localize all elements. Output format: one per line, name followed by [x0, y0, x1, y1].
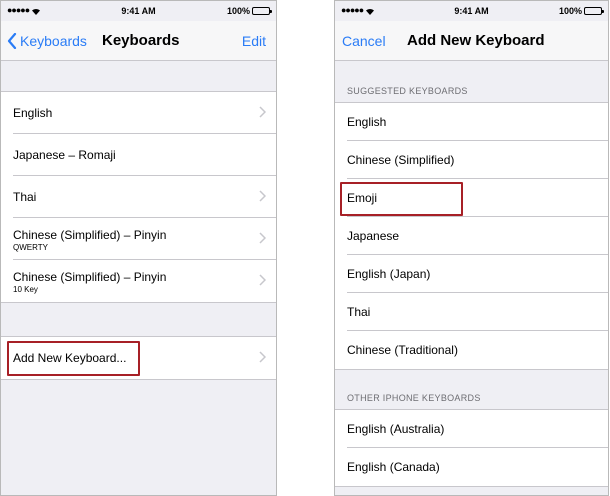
chevron-right-icon — [259, 351, 266, 363]
keyboard-row-pinyin-qwerty[interactable]: Chinese (Simplified) – Pinyin QWERTY — [13, 218, 276, 260]
page-title: Add New Keyboard — [407, 32, 545, 49]
suggested-row-emoji[interactable]: Emoji — [347, 179, 608, 217]
suggested-row-english[interactable]: English — [347, 103, 608, 141]
edit-button[interactable]: Edit — [242, 33, 266, 49]
status-bar: ●●●●● 9:41 AM 100% — [335, 1, 608, 21]
suggested-row-japanese[interactable]: Japanese — [347, 217, 608, 255]
page-title: Keyboards — [102, 32, 180, 49]
suggested-row-thai[interactable]: Thai — [347, 293, 608, 331]
battery-status: 100% — [558, 6, 604, 16]
keyboard-sublabel: 10 Key — [13, 285, 38, 294]
cancel-button[interactable]: Cancel — [342, 33, 386, 49]
keyboard-label: Japanese – Romaji — [13, 148, 116, 162]
battery-percent: 100% — [226, 6, 250, 16]
battery-icon — [252, 7, 272, 15]
battery-icon — [584, 7, 604, 15]
other-row-english-australia[interactable]: English (Australia) — [347, 410, 608, 448]
keyboard-label: English — [13, 106, 53, 120]
chevron-right-icon — [259, 274, 266, 286]
chevron-right-icon — [259, 106, 266, 118]
chevron-left-icon — [7, 32, 17, 49]
nav-bar: Keyboards Keyboards Edit — [1, 21, 276, 61]
keyboard-label: Chinese (Traditional) — [347, 343, 458, 357]
keyboard-label: Chinese (Simplified) — [347, 153, 455, 167]
status-bar: ●●●●● 9:41 AM 100% — [1, 1, 276, 21]
battery-status: 100% — [226, 6, 272, 16]
keyboard-label: English (Canada) — [347, 460, 440, 474]
chevron-right-icon — [259, 232, 266, 244]
other-row-english-canada[interactable]: English (Canada) — [347, 448, 608, 486]
keyboard-row-japanese-romaji[interactable]: Japanese – Romaji — [13, 134, 276, 176]
back-button[interactable]: Keyboards — [7, 32, 87, 49]
suggested-row-chinese-simplified[interactable]: Chinese (Simplified) — [347, 141, 608, 179]
keyboards-screen: ●●●●● 9:41 AM 100% Keyboards Keyboards E… — [0, 0, 277, 496]
keyboard-row-pinyin-10key[interactable]: Chinese (Simplified) – Pinyin 10 Key — [13, 260, 276, 302]
keyboard-row-thai[interactable]: Thai — [13, 176, 276, 218]
suggested-row-chinese-traditional[interactable]: Chinese (Traditional) — [347, 331, 608, 369]
suggested-row-english-japan[interactable]: English (Japan) — [347, 255, 608, 293]
keyboard-label: English — [347, 115, 387, 129]
keyboard-sublabel: QWERTY — [13, 243, 48, 252]
add-keyboard-group: Add New Keyboard... — [1, 336, 276, 380]
keyboard-label: English (Japan) — [347, 267, 431, 281]
back-label: Keyboards — [20, 33, 87, 49]
other-keyboard-list: English (Australia) English (Canada) — [335, 409, 608, 487]
add-new-keyboard-row[interactable]: Add New Keyboard... — [13, 337, 276, 379]
battery-percent: 100% — [558, 6, 582, 16]
nav-bar: Cancel Add New Keyboard — [335, 21, 608, 61]
keyboard-label: Emoji — [347, 191, 378, 205]
other-header: OTHER IPHONE KEYBOARDS — [347, 393, 481, 403]
chevron-right-icon — [259, 190, 266, 202]
keyboard-label: English (Australia) — [347, 422, 445, 436]
keyboard-list: English Japanese – Romaji Thai Chinese (… — [1, 91, 276, 303]
keyboard-label: Japanese — [347, 229, 400, 243]
keyboard-label: Thai — [347, 305, 371, 319]
keyboard-row-english[interactable]: English — [13, 92, 276, 134]
keyboard-label: Chinese (Simplified) – Pinyin — [13, 270, 167, 284]
suggested-header: SUGGESTED KEYBOARDS — [347, 86, 468, 96]
suggested-keyboard-list: English Chinese (Simplified) Emoji Japan… — [335, 102, 608, 370]
keyboard-label: Chinese (Simplified) – Pinyin — [13, 228, 167, 242]
add-keyboard-label: Add New Keyboard... — [13, 351, 127, 365]
add-keyboard-screen: ●●●●● 9:41 AM 100% Cancel Add New Keyboa… — [334, 0, 609, 496]
keyboard-label: Thai — [13, 190, 37, 204]
